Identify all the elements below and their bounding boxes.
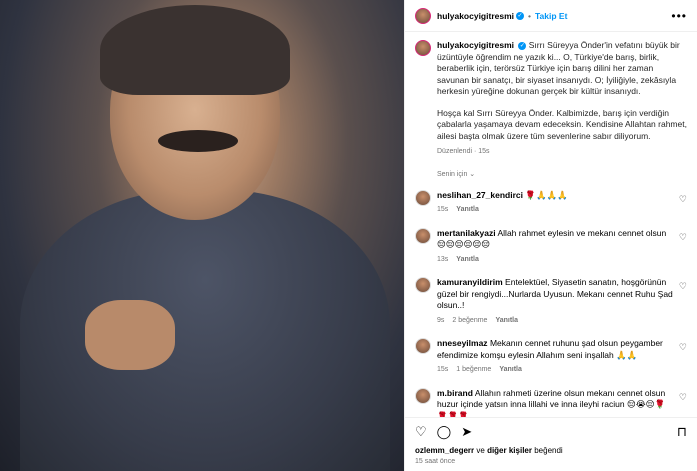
- comment-avatar[interactable]: [415, 338, 431, 354]
- photo-hair: [100, 5, 290, 95]
- avatar[interactable]: [415, 7, 431, 24]
- save-bookmark-icon[interactable]: ⊓: [677, 424, 687, 440]
- comment-time: 15s: [437, 366, 449, 373]
- comment-filter[interactable]: Senin için ⌄: [437, 170, 687, 178]
- likes-suffix: beğendi: [534, 446, 563, 455]
- verified-icon: ✓: [516, 11, 525, 20]
- post-sidebar: hulyakocyigitresmi ✓ • Takip Et ••• huly…: [404, 0, 697, 471]
- follow-button[interactable]: Takip Et: [535, 11, 567, 21]
- photo-hand: [85, 300, 175, 370]
- like-comment-heart-icon[interactable]: ♡: [679, 194, 687, 205]
- comment: m.birand Allahın rahmeti üzerine olsun m…: [415, 387, 687, 417]
- likes-rest: ve: [476, 446, 485, 455]
- comment: neslihan_27_kendirci 🌹🙏🙏🙏 15s Yanıtla ♡: [415, 189, 687, 216]
- like-heart-icon[interactable]: ♡: [415, 424, 427, 440]
- comment-likes[interactable]: 2 beğenme: [452, 317, 487, 324]
- likes-summary: ozlemm_degerr ve diğer kişiler beğendi: [415, 446, 687, 455]
- comment-avatar[interactable]: [415, 277, 431, 293]
- header-separator: •: [528, 10, 531, 21]
- caption-paragraph-2: Hoşça kal Sırrı Süreyya Önder. Kalbimizd…: [437, 107, 687, 141]
- comment-username[interactable]: mertanilakyazi: [437, 228, 496, 238]
- share-paper-plane-icon[interactable]: ➤: [461, 424, 472, 440]
- more-options-icon[interactable]: •••: [671, 9, 687, 23]
- caption-meta: Düzenlendi · 15s: [437, 148, 490, 155]
- comment-time: 13s: [437, 255, 449, 263]
- comment-likes[interactable]: 1 beğenme: [456, 366, 491, 373]
- header-username[interactable]: hulyakocyigitresmi: [437, 11, 514, 21]
- comment-text: 🌹🙏🙏🙏: [525, 189, 568, 200]
- comment-time: 9s: [437, 316, 445, 324]
- comment-username[interactable]: kamuranyildirim: [437, 277, 503, 287]
- comment-avatar[interactable]: [415, 227, 431, 244]
- comment-avatar[interactable]: [415, 387, 431, 404]
- like-comment-heart-icon[interactable]: ♡: [679, 392, 687, 403]
- comment-username[interactable]: nneseyilmaz: [437, 338, 488, 348]
- reply-button[interactable]: Yanıtla: [495, 317, 518, 324]
- like-comment-heart-icon[interactable]: ♡: [679, 281, 687, 292]
- post-header: hulyakocyigitresmi ✓ • Takip Et •••: [405, 0, 697, 32]
- reply-button[interactable]: Yanıtla: [456, 256, 479, 263]
- reply-button[interactable]: Yanıtla: [456, 206, 479, 213]
- comments-area[interactable]: hulyakocyigitresmi ✓ Sırrı Süreyya Önder…: [405, 32, 697, 417]
- caption-username[interactable]: hulyakocyigitresmi: [437, 40, 514, 50]
- comment: nneseyilmaz Mekanın cennet ruhunu şad ol…: [415, 338, 687, 376]
- likes-others[interactable]: diğer kişiler: [487, 446, 532, 455]
- post-actions: ♡ ◯ ➤ ⊓ ozlemm_degerr ve diğer kişiler b…: [405, 417, 697, 471]
- verified-icon: ✓: [518, 41, 527, 50]
- caption: hulyakocyigitresmi ✓ Sırrı Süreyya Önder…: [415, 40, 687, 158]
- caption-avatar[interactable]: [415, 40, 431, 56]
- comment-avatar[interactable]: [415, 189, 431, 206]
- comment-time: 15s: [437, 206, 449, 213]
- likes-user[interactable]: ozlemm_degerr: [415, 446, 474, 455]
- like-comment-heart-icon[interactable]: ♡: [679, 232, 687, 243]
- post-photo[interactable]: [0, 0, 404, 471]
- like-comment-heart-icon[interactable]: ♡: [679, 342, 687, 353]
- comment-username[interactable]: neslihan_27_kendirci: [437, 190, 523, 200]
- reply-button[interactable]: Yanıtla: [499, 366, 522, 373]
- photo-mustache: [158, 130, 238, 152]
- comment-bubble-icon[interactable]: ◯: [437, 424, 452, 440]
- comment: mertanilakyazi Allah rahmet eylesin ve m…: [415, 227, 687, 266]
- post-time: 15 saat önce: [415, 458, 456, 465]
- comment-username[interactable]: m.birand: [437, 388, 473, 398]
- comment: kamuranyildirim Entelektüel, Siyasetin s…: [415, 277, 687, 326]
- photo-shirt: [20, 190, 390, 471]
